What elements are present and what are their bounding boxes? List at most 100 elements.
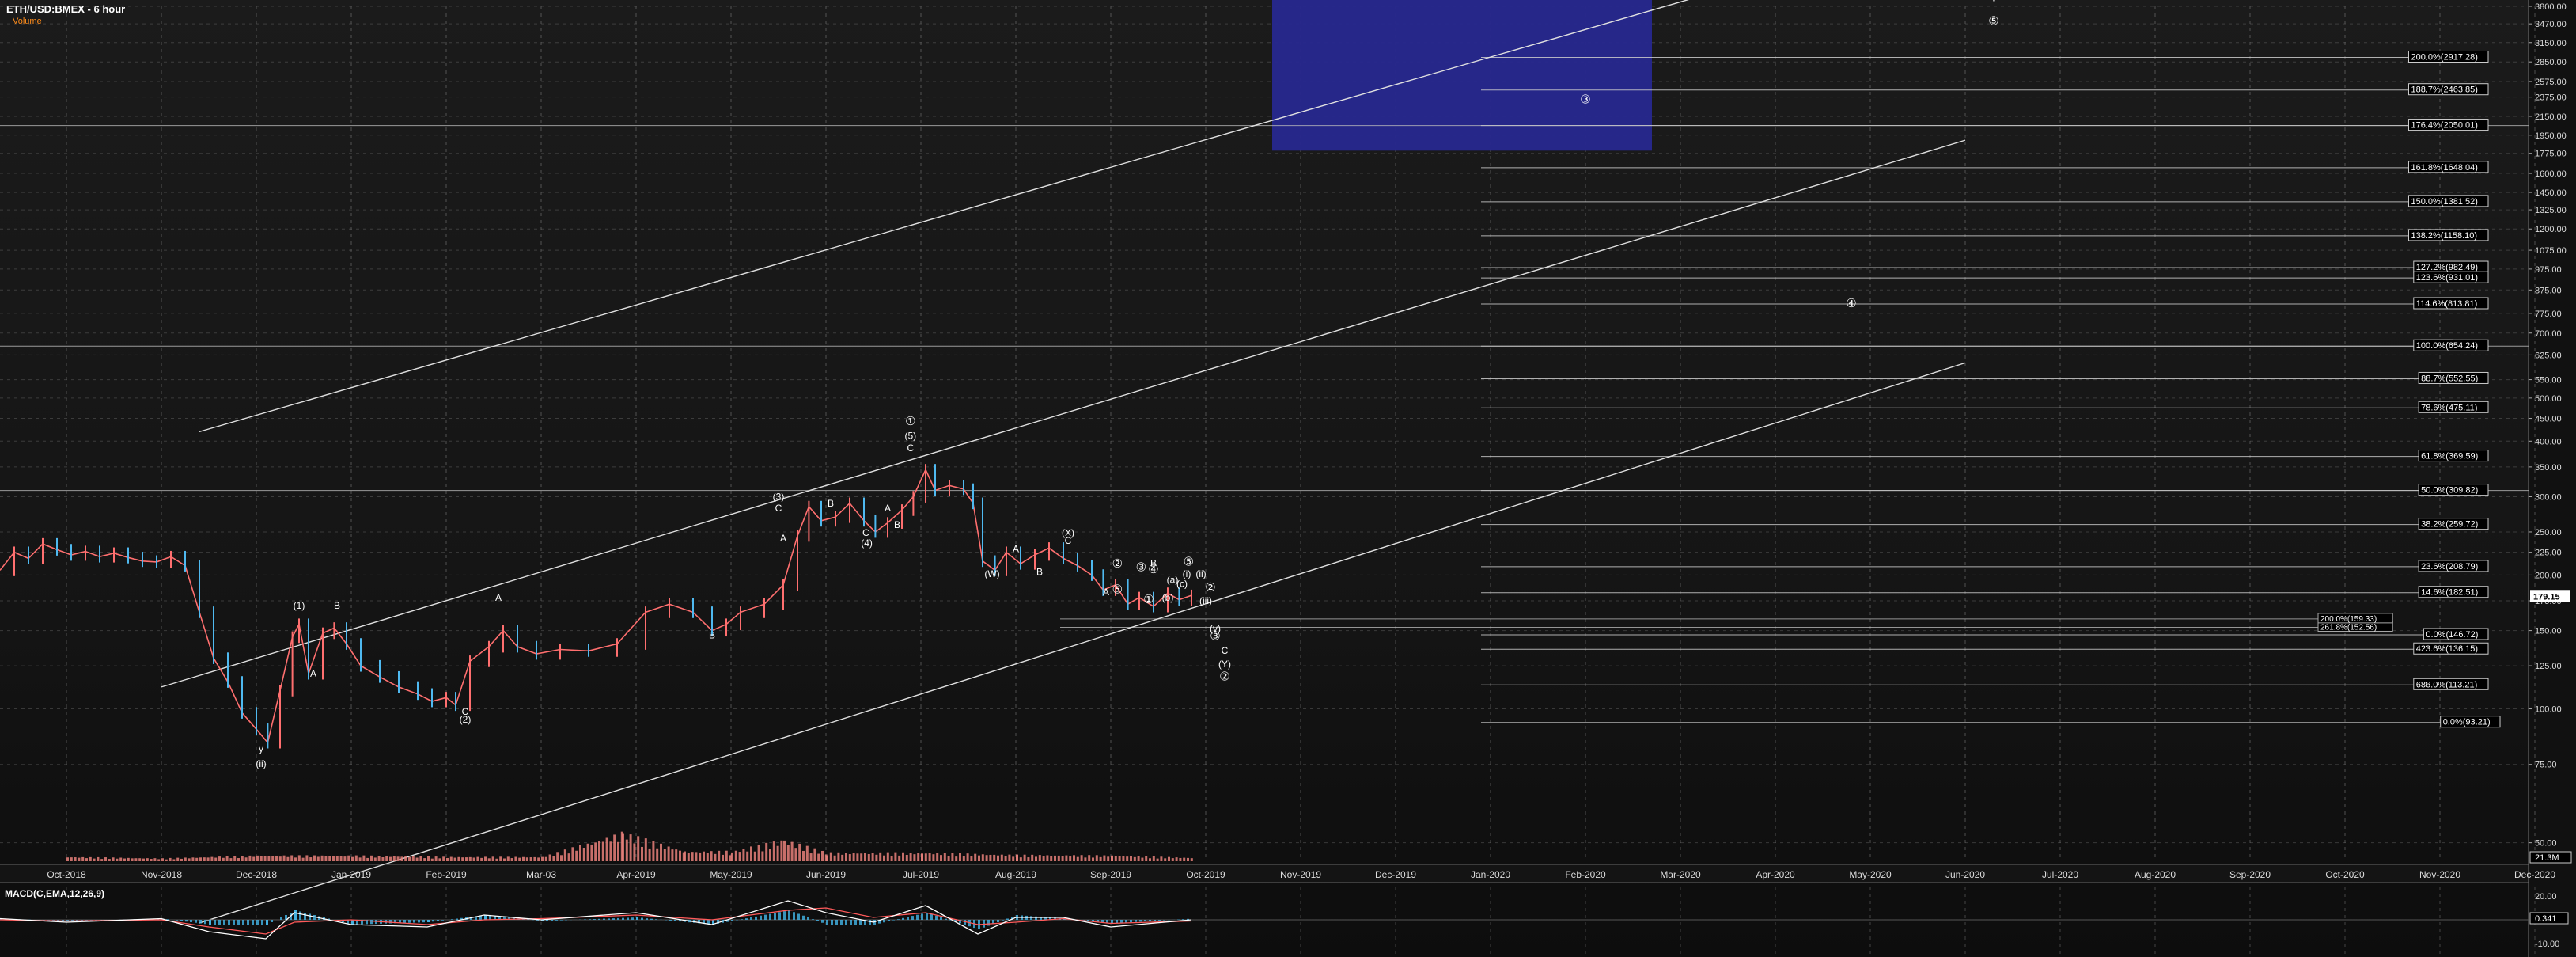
macd-histogram-bar: [1030, 916, 1032, 920]
volume-bar: [1179, 857, 1182, 861]
macd-histogram-bar: [280, 917, 282, 920]
wave-label: ②: [1219, 670, 1229, 683]
wave-label: ⑤: [1988, 15, 1998, 28]
price-chart[interactable]: Oct-2018Nov-2018Dec-2018Jan-2019Feb-2019…: [0, 0, 2576, 957]
macd-histogram-bar: [778, 912, 781, 920]
volume-bar: [594, 842, 597, 861]
volume-bar: [427, 856, 430, 861]
volume-bar: [1054, 855, 1056, 861]
volume-bar: [176, 857, 180, 861]
macd-histogram-bar: [294, 910, 297, 920]
x-tick-label: Jun-2020: [1945, 869, 1985, 880]
macd-histogram-bar: [831, 920, 833, 925]
macd-histogram-bar: [1130, 920, 1132, 923]
volume-bar: [343, 856, 347, 861]
volume-bar: [981, 854, 984, 861]
volume-bar: [856, 853, 859, 861]
volume-bar: [1145, 856, 1148, 861]
volume-bar: [150, 859, 153, 861]
volume-bar: [879, 852, 882, 861]
x-tick-label: Feb-2019: [426, 869, 467, 880]
macd-histogram-bar: [940, 917, 942, 920]
wave-label: ③: [1136, 561, 1146, 575]
volume-bar: [358, 857, 362, 861]
volume-bar: [886, 852, 889, 861]
y-tick-label: 3800.00: [2535, 2, 2567, 12]
wave-label: B: [1150, 558, 1157, 569]
volume-bar: [81, 856, 85, 861]
volume-bar: [495, 858, 498, 861]
macd-histogram-bar: [921, 913, 923, 920]
y-tick-label: 500.00: [2535, 394, 2562, 404]
volume-bar: [1061, 856, 1064, 861]
volume-bar: [233, 856, 237, 861]
volume-bar: [790, 841, 794, 861]
macd-histogram-bar: [617, 917, 619, 920]
wave-label: (iii): [1199, 595, 1212, 606]
volume-bar: [753, 851, 756, 861]
volume-bar: [1114, 856, 1117, 861]
volume-bar: [902, 852, 904, 861]
macd-histogram-bar: [911, 916, 914, 920]
volume-bar: [408, 856, 411, 861]
y-tick-label: 150.00: [2535, 627, 2562, 636]
volume-bar: [278, 856, 282, 861]
volume-bar: [533, 856, 536, 861]
volume-bar: [997, 855, 999, 861]
volume-bar: [710, 851, 713, 861]
macd-histogram-bar: [247, 920, 249, 925]
volume-bar: [928, 853, 931, 861]
macd-tick-label: 20.00: [2535, 892, 2557, 902]
volume-bar: [802, 850, 805, 861]
volume-bar: [1107, 856, 1110, 861]
wave-label: (Y): [1218, 659, 1231, 670]
wave-label: B: [334, 600, 340, 611]
volume-bar: [476, 856, 479, 861]
volume-bar: [695, 852, 698, 861]
volume-bar: [465, 857, 468, 861]
volume-bar: [487, 858, 491, 861]
volume-bar: [286, 856, 290, 861]
volume-bar: [718, 850, 721, 861]
volume-bar: [1065, 855, 1068, 861]
volume-bar: [633, 843, 636, 861]
macd-histogram-bar: [242, 920, 244, 925]
macd-histogram-bar: [1006, 918, 1009, 920]
price-line: [0, 468, 1192, 744]
volume-bar: [138, 858, 142, 861]
x-tick-label: Apr-2019: [616, 869, 656, 880]
macd-histogram-bar: [650, 918, 653, 920]
volume-bar: [537, 857, 540, 861]
current-price-label: 179.15: [2533, 592, 2560, 602]
x-tick-label: Feb-2020: [1565, 869, 1606, 880]
macd-histogram-bar: [802, 915, 805, 920]
y-tick-label: 300.00: [2535, 492, 2562, 502]
y-tick-label: 100.00: [2535, 705, 2562, 715]
x-tick-label: May-2019: [710, 869, 752, 880]
x-tick-label: Mar-2020: [1660, 869, 1701, 880]
volume-bar: [347, 855, 350, 861]
wave-label: B: [1036, 566, 1043, 577]
volume-bar: [940, 855, 942, 861]
y-tick-label: 200.00: [2535, 571, 2562, 580]
y-tick-label: 1450.00: [2535, 188, 2567, 198]
macd-histogram-bar: [1116, 920, 1118, 924]
volume-bar: [104, 857, 107, 861]
macd-histogram-bar: [669, 920, 672, 921]
volume-bar: [687, 853, 690, 861]
volume-bar: [377, 856, 381, 861]
y-tick-label: 2850.00: [2535, 58, 2567, 67]
volume-bar: [1004, 856, 1007, 861]
volume-bar: [351, 856, 354, 861]
x-tick-label: Aug-2019: [995, 869, 1036, 880]
wave-label: A: [780, 533, 786, 544]
y-tick-label: 775.00: [2535, 310, 2562, 319]
volume-bar: [142, 858, 145, 861]
volume-bar: [506, 856, 510, 861]
wave-label: (1): [294, 600, 305, 611]
volume-bar: [267, 856, 271, 861]
volume-bar: [157, 859, 161, 861]
volume-bar: [335, 856, 339, 861]
wave-label: (2): [460, 714, 472, 725]
macd-histogram-bar: [859, 920, 862, 925]
